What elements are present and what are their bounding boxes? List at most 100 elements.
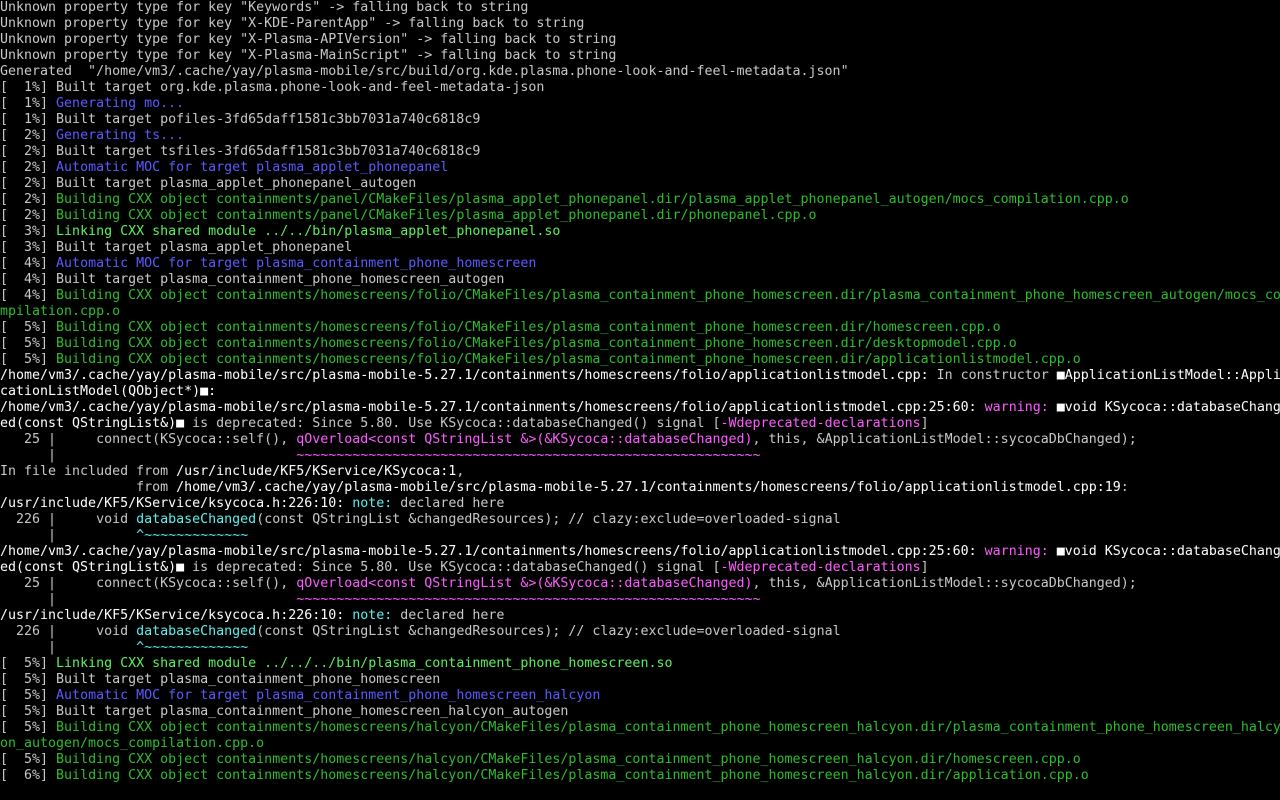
terminal-text-segment: [ 5%]: [0, 752, 57, 767]
terminal-line: Generated "/home/vm3/.cache/yay/plasma-m…: [0, 64, 1280, 80]
terminal-text-segment: mpilation.cpp.o: [0, 304, 121, 319]
terminal-text-segment: declared here: [392, 496, 505, 511]
terminal-line: cationListModel(QObject*)■:: [0, 384, 1280, 400]
terminal-text-segment: [ 5%]: [0, 720, 57, 735]
terminal-line: [ 5%] Building CXX object containments/h…: [0, 352, 1280, 368]
terminal-text-segment: -Wdeprecated-declarations: [720, 416, 921, 431]
terminal-text-segment: Generating ts...: [56, 128, 185, 143]
terminal-text-segment: Building CXX object containments/homescr…: [56, 752, 1081, 767]
terminal-text-segment: is deprecated: Since 5.80. Use KSycoca::…: [184, 560, 721, 575]
terminal-text-segment: Building CXX object containments/panel/C…: [56, 192, 1129, 207]
terminal-text-segment: , this, &ApplicationListModel::sycocaDbC…: [752, 432, 1137, 447]
terminal-text-segment: qOverload<const QStringList &>(&KSycoca:…: [296, 576, 753, 591]
terminal-text-segment: Automatic MOC for target plasma_containm…: [56, 256, 537, 271]
terminal-text-segment: /usr/include/KF5/KService/KSycoca:1: [176, 464, 457, 479]
terminal-line: /home/vm3/.cache/yay/plasma-mobile/src/p…: [0, 368, 1280, 384]
terminal-line: [ 1%] Built target org.kde.plasma.phone-…: [0, 80, 1280, 96]
terminal-text-segment: note:: [344, 608, 393, 623]
terminal-text-segment: /usr/include/KF5/KService/ksycoca.h:226:…: [0, 608, 345, 623]
terminal-text-segment: Unknown property type for key "X-KDE-Par…: [0, 16, 585, 31]
terminal-line: [ 1%] Built target pofiles-3fd65daff1581…: [0, 112, 1280, 128]
terminal-text-segment: |: [0, 640, 137, 655]
terminal-text-segment: [ 3%] Built target plasma_applet_phonepa…: [0, 240, 353, 255]
terminal-text-segment: Building CXX object containments/homescr…: [56, 768, 1089, 783]
terminal-text-segment: In file included from: [0, 464, 177, 479]
terminal-text-segment: [ 4%] Built target plasma_containment_ph…: [0, 272, 505, 287]
terminal-text-segment: Linking CXX shared module ../../../bin/p…: [56, 656, 673, 671]
terminal-text-segment: [ 5%]: [0, 320, 57, 335]
terminal-line: 25 | connect(KSycoca::self(), qOverload<…: [0, 432, 1280, 448]
terminal-line: [ 2%] Building CXX object containments/p…: [0, 208, 1280, 224]
terminal-text-segment: on_autogen/mocs_compilation.cpp.o: [0, 736, 265, 751]
terminal-text-segment: warning:: [976, 544, 1049, 559]
terminal-window[interactable]: Unknown property type for key "Keywords"…: [0, 0, 1280, 800]
terminal-line: | ^~~~~~~~~~~~~~: [0, 528, 1280, 544]
terminal-text-segment: ed(const QStringList&)■: [0, 416, 185, 431]
terminal-line: [ 5%] Building CXX object containments/h…: [0, 752, 1280, 768]
terminal-text-segment: [ 1%] Built target org.kde.plasma.phone-…: [0, 80, 545, 95]
terminal-text-segment: , this, &ApplicationListModel::sycocaDbC…: [752, 576, 1137, 591]
terminal-text-segment: databaseChanged: [136, 624, 257, 639]
terminal-text-segment: ^~~~~~~~~~~~~~: [136, 640, 249, 655]
terminal-line: [ 4%] Built target plasma_containment_ph…: [0, 272, 1280, 288]
terminal-line: from /home/vm3/.cache/yay/plasma-mobile/…: [0, 480, 1280, 496]
terminal-line: [ 2%] Built target plasma_applet_phonepa…: [0, 176, 1280, 192]
terminal-line: [ 6%] Building CXX object containments/h…: [0, 768, 1280, 784]
terminal-line: 25 | connect(KSycoca::self(), qOverload<…: [0, 576, 1280, 592]
terminal-text-segment: [ 5%] Built target plasma_containment_ph…: [0, 672, 441, 687]
terminal-line: [ 3%] Built target plasma_applet_phonepa…: [0, 240, 1280, 256]
terminal-text-segment: Generated "/home/vm3/.cache/yay/plasma-m…: [0, 64, 849, 79]
terminal-line: [ 2%] Automatic MOC for target plasma_ap…: [0, 160, 1280, 176]
terminal-line: [ 3%] Linking CXX shared module ../../bi…: [0, 224, 1280, 240]
terminal-text-segment: [ 2%]: [0, 192, 57, 207]
terminal-text-segment: [ 1%] Built target pofiles-3fd65daff1581…: [0, 112, 481, 127]
terminal-line: | ~~~~~~~~~~~~~~~~~~~~~~~~~~~~~~~~~~~~~~…: [0, 448, 1280, 464]
terminal-text-segment: [ 5%]: [0, 336, 57, 351]
terminal-text-segment: cationListModel(QObject*)■:: [0, 384, 217, 399]
terminal-text-segment: note:: [344, 496, 393, 511]
terminal-text-segment: [ 2%]: [0, 160, 57, 175]
terminal-text-segment: 25 | connect(KSycoca::self(),: [0, 576, 297, 591]
terminal-text-segment: Building CXX object containments/panel/C…: [56, 208, 817, 223]
terminal-line: [ 5%] Automatic MOC for target plasma_co…: [0, 688, 1280, 704]
terminal-line: 226 | void databaseChanged(const QString…: [0, 512, 1280, 528]
terminal-text-segment: ]: [920, 560, 929, 575]
terminal-text-segment: Building CXX object containments/homescr…: [56, 720, 1280, 735]
terminal-text-segment: [ 5%] Built target plasma_containment_ph…: [0, 704, 569, 719]
terminal-text-segment: qOverload<const QStringList &>(&KSycoca:…: [296, 432, 753, 447]
terminal-output: Unknown property type for key "Keywords"…: [0, 0, 1280, 784]
terminal-text-segment: (const QStringList &changedResources); /…: [256, 624, 841, 639]
terminal-text-segment: Building CXX object containments/homescr…: [56, 352, 1081, 367]
terminal-text-segment: [ 3%]: [0, 224, 57, 239]
terminal-text-segment: /home/vm3/.cache/yay/plasma-mobile/src/p…: [176, 480, 1121, 495]
terminal-line: [ 5%] Built target plasma_containment_ph…: [0, 704, 1280, 720]
terminal-cursor-line[interactable]: [0, 784, 1280, 800]
terminal-text-segment: from: [0, 480, 177, 495]
terminal-line: [ 4%] Building CXX object containments/h…: [0, 288, 1280, 304]
terminal-text-segment: |: [0, 448, 297, 463]
terminal-line: /usr/include/KF5/KService/ksycoca.h:226:…: [0, 608, 1280, 624]
terminal-line: 226 | void databaseChanged(const QString…: [0, 624, 1280, 640]
terminal-text-segment: ,: [456, 464, 465, 479]
terminal-text-segment: 25 | connect(KSycoca::self(),: [0, 432, 297, 447]
terminal-text-segment: [ 5%]: [0, 688, 57, 703]
terminal-line: Unknown property type for key "X-Plasma-…: [0, 48, 1280, 64]
terminal-line: [ 4%] Automatic MOC for target plasma_co…: [0, 256, 1280, 272]
terminal-text-segment: [ 1%]: [0, 96, 57, 111]
terminal-text-segment: /home/vm3/.cache/yay/plasma-mobile/src/p…: [0, 400, 977, 415]
terminal-text-segment: [ 5%]: [0, 352, 57, 367]
terminal-text-segment: Automatic MOC for target plasma_applet_p…: [56, 160, 449, 175]
terminal-text-segment: is deprecated: Since 5.80. Use KSycoca::…: [184, 416, 721, 431]
terminal-text-segment: Generating mo...: [56, 96, 185, 111]
terminal-line: [ 5%] Linking CXX shared module ../../..…: [0, 656, 1280, 672]
terminal-text-segment: ■void KSycoca::databaseChang: [1048, 400, 1280, 415]
terminal-line: Unknown property type for key "Keywords"…: [0, 0, 1280, 16]
terminal-text-segment: [ 2%] Built target plasma_applet_phonepa…: [0, 176, 417, 191]
terminal-line: ed(const QStringList&)■ is deprecated: S…: [0, 416, 1280, 432]
terminal-line: [ 2%] Generating ts...: [0, 128, 1280, 144]
terminal-text-segment: [ 4%]: [0, 256, 57, 271]
terminal-text-segment: [ 2%] Built target tsfiles-3fd65daff1581…: [0, 144, 481, 159]
terminal-text-segment: ~~~~~~~~~~~~~~~~~~~~~~~~~~~~~~~~~~~~~~~~…: [296, 592, 761, 607]
terminal-text-segment: Linking CXX shared module ../../bin/plas…: [56, 224, 561, 239]
terminal-line: [ 5%] Building CXX object containments/h…: [0, 320, 1280, 336]
